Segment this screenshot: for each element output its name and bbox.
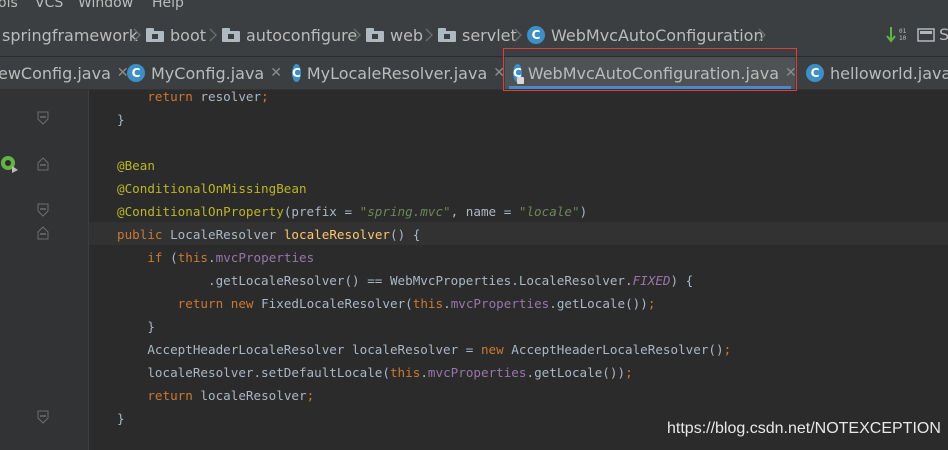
code-line[interactable]: AcceptHeaderLocaleResolver localeResolve… (117, 338, 731, 361)
run-config-label: S (939, 25, 948, 44)
breadcrumb-webmvcautoconfiguration[interactable]: C WebMvcAutoConfiguration (527, 25, 764, 45)
close-icon[interactable]: ✕ (270, 65, 282, 81)
code-line[interactable]: @Bean (117, 154, 155, 177)
menu-item-vcs[interactable]: VCS (35, 0, 63, 11)
breadcrumb-label: autoconfigure (246, 25, 358, 45)
code-line[interactable]: .getLocaleResolver() == WebMvcProperties… (117, 269, 693, 292)
breadcrumb-boot[interactable]: boot (146, 25, 206, 45)
folder-icon (146, 28, 164, 42)
fold-end-icon[interactable] (36, 203, 50, 217)
run-config-icon (917, 28, 935, 42)
class-icon: C (806, 64, 824, 82)
breadcrumb-label: boot (170, 25, 207, 45)
code-editor[interactable]: return resolver;} @Bean @ConditionalOnMiss… (117, 89, 731, 426)
code-line[interactable]: @ConditionalOnMissingBean (117, 177, 307, 200)
folder-icon (438, 28, 456, 42)
class-icon: C (292, 64, 301, 82)
breadcrumb-label: web (390, 25, 424, 45)
navigation-bar: springframework boot autoconfigure web s… (0, 13, 948, 57)
tab-webconfig[interactable]: ewConfig.java ✕ (0, 57, 129, 89)
code-line[interactable]: @ConditionalOnProperty(prefix = "spring.… (117, 200, 587, 223)
gutter-divider (88, 90, 89, 450)
code-line[interactable]: return localeResolver; (117, 384, 314, 407)
chevron-right-icon (514, 28, 522, 42)
menu-item-help[interactable]: Help (152, 0, 184, 11)
code-line[interactable]: } (117, 108, 125, 131)
build-sort-icon[interactable]: 01 10 (886, 25, 912, 45)
breadcrumb-servlet[interactable]: servlet (438, 25, 517, 45)
code-line[interactable]: } (117, 315, 155, 338)
breadcrumb-web[interactable]: web (366, 25, 423, 45)
tab-label: helloworld.java (830, 63, 948, 83)
tab-label: MyLocaleResolver.java (306, 63, 488, 83)
breadcrumb-label: servlet (462, 25, 517, 45)
svg-text:10: 10 (899, 35, 907, 42)
breadcrumb-label: springframework (2, 25, 138, 45)
code-line[interactable]: } (117, 407, 125, 430)
folder-icon (366, 28, 384, 42)
fold-start-icon[interactable] (36, 226, 50, 240)
code-line[interactable]: return new FixedLocaleResolver(this.mvcP… (117, 292, 656, 315)
tab-mylocaleresolver[interactable]: C MyLocaleResolver.java ✕ (284, 57, 505, 89)
fold-end-icon[interactable] (36, 410, 50, 424)
fold-end-icon[interactable] (36, 111, 50, 125)
class-icon: C (127, 64, 145, 82)
svg-text:01: 01 (899, 28, 907, 35)
menu-item-tools[interactable]: ols (0, 0, 18, 11)
tab-label: ewConfig.java (0, 63, 111, 83)
code-line[interactable]: return resolver; (117, 85, 268, 108)
code-line[interactable]: localeResolver.setDefaultLocale(this.mvc… (117, 361, 632, 384)
chevron-right-icon (133, 28, 141, 42)
chevron-right-icon (425, 28, 433, 42)
fold-start-icon[interactable] (36, 157, 50, 171)
code-line[interactable]: public LocaleResolver localeResolver() { (117, 223, 420, 246)
chevron-right-icon (353, 28, 361, 42)
folder-icon (222, 28, 240, 42)
chevron-right-icon (209, 28, 217, 42)
highlight-annotation-box (503, 48, 797, 91)
code-line[interactable]: if (this.mvcProperties (117, 246, 314, 269)
run-config-button[interactable]: S (917, 25, 948, 47)
class-icon: C (527, 26, 545, 44)
menu-bar: ols VCS Window Help (0, 0, 948, 13)
editor-gutter (0, 90, 88, 450)
bean-gutter-icon[interactable] (0, 154, 18, 174)
tab-helloworld[interactable]: C helloworld.java (798, 57, 948, 89)
breadcrumb-springframework[interactable]: springframework (2, 25, 138, 45)
chevron-right-icon (758, 28, 766, 42)
breadcrumb-label: WebMvcAutoConfiguration (551, 25, 764, 45)
tab-label: MyConfig.java (151, 63, 265, 83)
menu-item-window[interactable]: Window (78, 0, 133, 11)
breadcrumb-autoconfigure[interactable]: autoconfigure (222, 25, 357, 45)
watermark-text: https://blog.csdn.net/NOTEXCEPTION (667, 420, 941, 437)
